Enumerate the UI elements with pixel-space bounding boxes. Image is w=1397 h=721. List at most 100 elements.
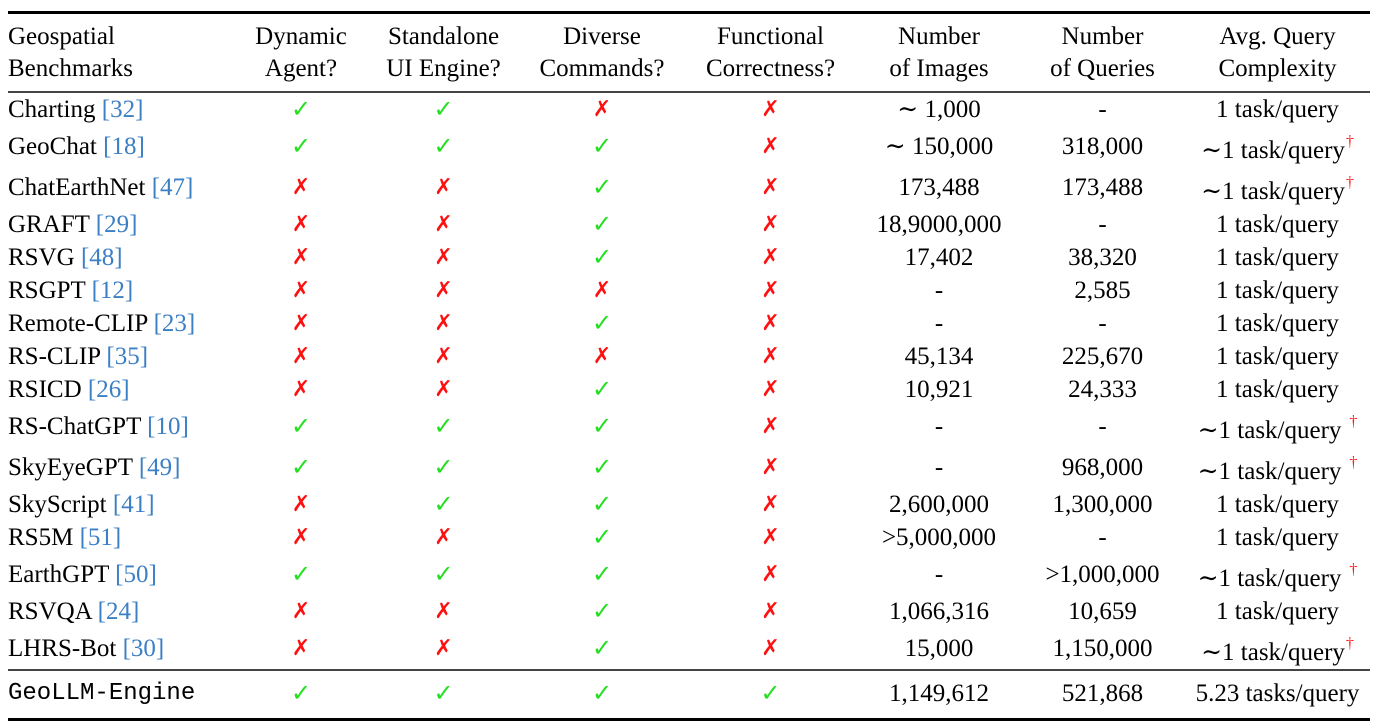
check-mark-icon: ✓ [591, 453, 613, 481]
number-of-queries-cell: 2,585 [1074, 276, 1131, 304]
citation-link[interactable]: [47] [152, 174, 194, 201]
table-row: SkyEyeGPT [49] ✓ ✓ ✓ ✗ - 968,000 ∼1 task/query † [8, 447, 1370, 488]
check-mark-icon: ✓ [290, 679, 312, 707]
complexity-value: 1 task/query [1216, 597, 1339, 625]
benchmark-name: RS-CLIP [8, 342, 101, 370]
citation-link[interactable]: [41] [113, 491, 155, 518]
number-of-images-cell: - [934, 560, 944, 588]
functional-correctness-cell: ✗ [683, 628, 858, 670]
benchmark-name: GeoChat [8, 132, 97, 160]
benchmark-name: ChatEarthNet [8, 173, 146, 201]
cross-mark-icon: ✗ [761, 311, 780, 336]
cross-mark-icon: ✗ [291, 636, 311, 661]
number-of-queries-cell: 318,000 [1061, 132, 1144, 160]
number-of-queries-cell: 38,320 [1068, 243, 1137, 271]
citation-link[interactable]: [30] [123, 635, 165, 662]
functional-correctness-cell: ✗ [683, 406, 858, 447]
number-of-images-cell: 173,488 [898, 173, 980, 201]
diverse-commands-cell: ✓ [521, 167, 683, 208]
citation-link[interactable]: [29] [96, 211, 138, 238]
cross-mark-icon: ✗ [761, 455, 780, 480]
number-of-queries-cell: - [1098, 309, 1107, 337]
dynamic-agent-cell: ✗ [236, 241, 366, 274]
diverse-commands-cell: ✓ [521, 521, 683, 554]
citation-link[interactable]: [24] [98, 598, 140, 625]
cross-mark-icon: ✗ [291, 278, 311, 303]
citation-link[interactable]: [32] [102, 96, 144, 123]
diverse-commands-cell: ✗ [521, 340, 683, 373]
cross-mark-icon: ✗ [291, 492, 311, 517]
citation-link[interactable]: [49] [139, 454, 181, 481]
citation-link[interactable]: [48] [81, 244, 123, 271]
benchmark-name: RSVQA [8, 597, 92, 625]
complexity-value: 1 task/query [1216, 95, 1339, 123]
check-mark-icon: ✓ [290, 412, 312, 440]
citation-link[interactable]: [12] [92, 277, 134, 304]
cross-mark-icon: ✗ [291, 245, 311, 270]
citation-link[interactable]: [10] [147, 413, 189, 440]
table-row: EarthGPT [50] ✓ ✓ ✓ ✗ - >1,000,000 ∼1 task/quer… [8, 554, 1370, 595]
avg-query-complexity-cell: 1 task/query [1185, 488, 1370, 521]
benchmark-name-cell: Charting [32] [8, 92, 236, 126]
complexity-value: 1 task/query [1216, 210, 1339, 238]
diverse-commands-cell: ✓ [521, 241, 683, 274]
number-of-images-cell: - [934, 309, 944, 337]
benchmark-name-cell: RSVG [48] [8, 241, 236, 274]
table-row: RS-ChatGPT [10] ✓ ✓ ✓ ✗ - - ∼1 task/query † [8, 406, 1370, 447]
dagger-footnote-marker: † [1349, 454, 1358, 471]
benchmark-name-cell: RSICD [26] [8, 373, 236, 406]
standalone-ui-engine-cell: ✓ [366, 406, 521, 447]
citation-link[interactable]: [26] [88, 376, 130, 403]
table-row-geollm-engine: GeoLLM-Engine ✓ ✓ ✓ ✓ 1,149,612 521,868 … [8, 670, 1370, 720]
header-line: Agent? [264, 55, 338, 82]
header-line: Correctness? [705, 55, 836, 82]
check-mark-icon: ✓ [433, 95, 454, 123]
number-of-queries-cell: 1,300,000 [1052, 490, 1153, 518]
citation-link[interactable]: [50] [115, 561, 157, 588]
citation-link[interactable]: [23] [154, 310, 196, 337]
comparison-table-container: Geospatial Benchmarks Dynamic Agent? Stand… [8, 11, 1370, 721]
diverse-commands-cell: ✗ [521, 92, 683, 126]
dynamic-agent-cell: ✗ [236, 628, 366, 670]
number-of-queries-cell: 225,670 [1061, 342, 1144, 370]
functional-correctness-cell: ✗ [683, 373, 858, 406]
citation-link[interactable]: [51] [80, 524, 122, 551]
table-row: LHRS-Bot [30] ✗ ✗ ✓ ✗ 15,000 1,150,000 ∼1 task/… [8, 628, 1370, 670]
number-of-images-cell: 17,402 [904, 243, 974, 271]
table-row: RS5M [51] ✗ ✗ ✓ ✗ >5,000,000 - 1 task/query [8, 521, 1370, 554]
number-of-images-cell: 2,600,000 [889, 490, 989, 518]
cross-mark-icon: ✗ [761, 344, 780, 369]
header-benchmarks: Geospatial Benchmarks [8, 13, 236, 93]
citation-link[interactable]: [18] [103, 133, 145, 160]
citation-link[interactable]: [35] [106, 343, 148, 370]
table-row: GRAFT [29] ✗ ✗ ✓ ✗ 18,9000,000 - 1 task/query [8, 208, 1370, 241]
avg-query-complexity-cell: 5.23 tasks/query [1195, 679, 1360, 707]
avg-query-complexity-cell: 1 task/query [1185, 373, 1370, 406]
number-of-images-cell: - [934, 276, 944, 304]
cross-mark-icon: ✗ [761, 97, 780, 122]
functional-correctness-cell: ✗ [683, 488, 858, 521]
diverse-commands-cell: ✓ [521, 628, 683, 670]
number-of-images-cell: 1,066,316 [889, 597, 989, 625]
dynamic-agent-cell: ✓ [236, 670, 366, 720]
check-mark-icon: ✓ [433, 132, 454, 160]
number-of-queries-cell: 968,000 [1061, 453, 1144, 481]
check-mark-icon: ✓ [591, 523, 613, 551]
cross-mark-icon: ✗ [434, 311, 453, 336]
number-of-queries-cell: >1,000,000 [1045, 560, 1160, 588]
cross-mark-icon: ✗ [761, 212, 780, 237]
number-of-queries-cell: 1,150,000 [1052, 634, 1153, 662]
avg-query-complexity-cell: 1 task/query [1185, 92, 1370, 126]
avg-query-complexity-cell: 1 task/query [1185, 595, 1370, 628]
standalone-ui-engine-cell: ✗ [366, 167, 521, 208]
diverse-commands-cell: ✓ [521, 595, 683, 628]
table-row: GeoChat [18] ✓ ✓ ✓ ✗ ∼ 150,000 318,000 ∼1 task/… [8, 126, 1370, 167]
header-standalone-ui-engine: Standalone UI Engine? [366, 13, 521, 93]
header-line: Number [898, 23, 980, 50]
standalone-ui-engine-cell: ✗ [366, 274, 521, 307]
dynamic-agent-cell: ✗ [236, 488, 366, 521]
number-of-images-cell: 45,134 [904, 342, 974, 370]
benchmark-name-cell: RSVQA [24] [8, 595, 236, 628]
benchmark-name: GeoLLM-Engine [8, 679, 196, 707]
number-of-images-cell: >5,000,000 [881, 523, 997, 551]
